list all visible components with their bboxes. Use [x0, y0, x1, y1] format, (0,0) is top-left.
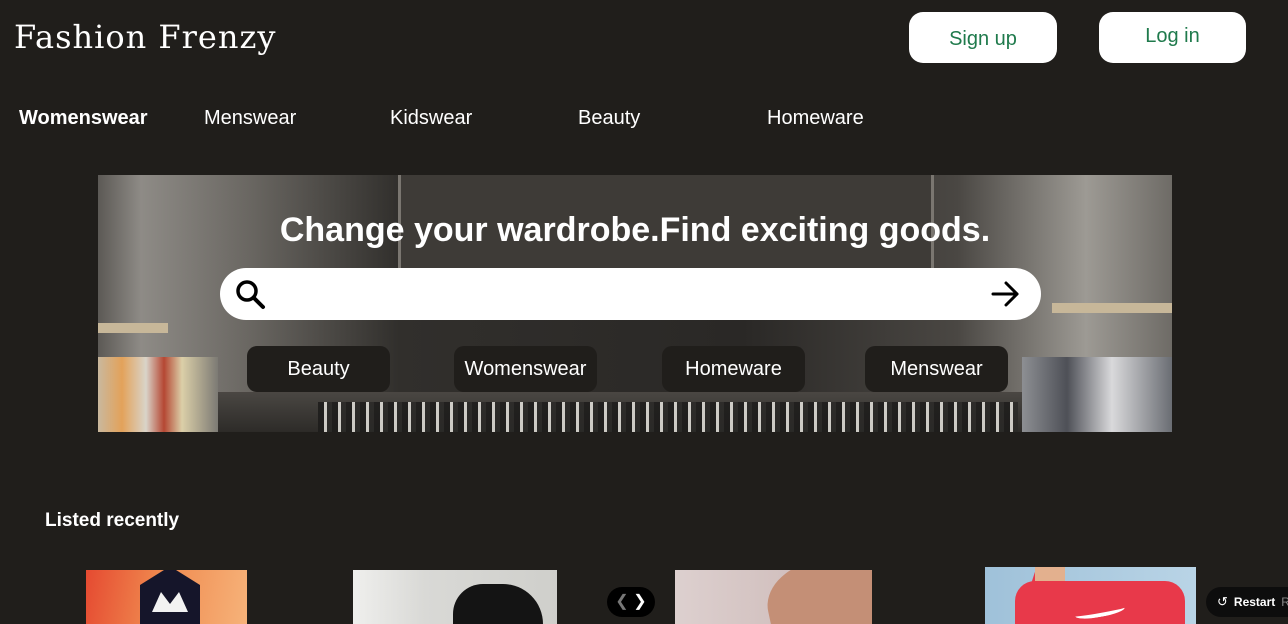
listed-recently-title: Listed recently: [45, 510, 180, 531]
nav-item-kidswear[interactable]: Kidswear: [390, 107, 472, 130]
product-image: [1015, 581, 1185, 624]
restart-shortcut: R: [1281, 595, 1288, 609]
hero-title: Change your wardrobe.Find exciting goods…: [279, 211, 991, 249]
chip-beauty[interactable]: Beauty: [247, 346, 390, 392]
chip-menswear[interactable]: Menswear: [865, 346, 1008, 392]
chevron-right-icon[interactable]: ❯: [633, 594, 646, 610]
carousel-controls: ❮ ❯: [607, 587, 655, 617]
logo[interactable]: Fashion Frenzy: [14, 18, 276, 56]
arrow-right-icon[interactable]: [991, 280, 1021, 308]
hero-clothes-right: [1022, 357, 1172, 432]
restart-button[interactable]: ↺ Restart R: [1206, 587, 1288, 617]
chevron-left-icon[interactable]: ❮: [615, 594, 628, 610]
hero-clothing-racks: [318, 402, 1018, 432]
product-image: [453, 584, 543, 624]
hero-banner: Change your wardrobe.Find exciting goods…: [98, 175, 1172, 432]
product-image: [759, 570, 872, 624]
nav-item-beauty[interactable]: Beauty: [578, 107, 640, 130]
restart-icon: ↺: [1217, 594, 1228, 609]
restart-label: Restart: [1233, 595, 1276, 609]
search-icon[interactable]: [234, 278, 266, 310]
search-bar: [220, 268, 1041, 320]
hero-clothes-left: [98, 357, 218, 432]
product-image: [140, 570, 200, 624]
nav-item-womenswear[interactable]: Womenswear: [19, 107, 148, 130]
nav-item-homeware[interactable]: Homeware: [767, 107, 864, 130]
sign-up-button[interactable]: Sign up: [909, 12, 1057, 63]
nav-item-menswear[interactable]: Menswear: [204, 107, 296, 130]
log-in-button[interactable]: Log in: [1099, 12, 1246, 63]
product-card-3[interactable]: [675, 570, 872, 624]
chip-homeware[interactable]: Homeware: [662, 346, 805, 392]
product-card-4[interactable]: [985, 567, 1196, 624]
chip-womenswear[interactable]: Womenswear: [454, 346, 597, 392]
product-card-1[interactable]: [86, 570, 247, 624]
search-input[interactable]: [280, 276, 970, 312]
hero-shelf-left: [98, 323, 168, 333]
hero-shelf-right: [1052, 303, 1172, 313]
product-card-2[interactable]: [353, 570, 557, 624]
